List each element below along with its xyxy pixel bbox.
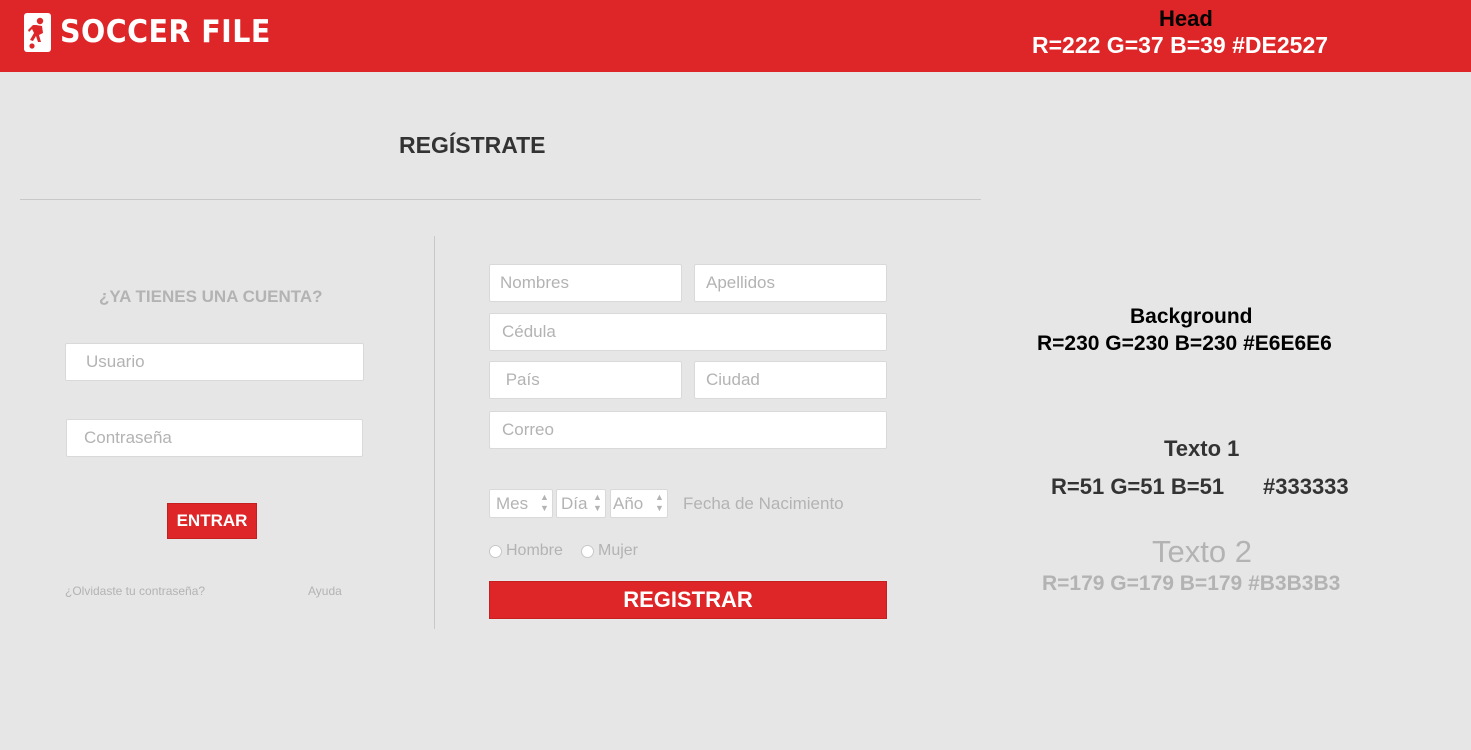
username-input[interactable]	[65, 343, 364, 381]
page-title: REGÍSTRATE	[399, 132, 546, 158]
background-spec-values: R=230 G=230 B=230 #E6E6E6	[1037, 332, 1332, 355]
register-button[interactable]: REGISTRAR	[489, 581, 887, 619]
male-label: Hombre	[506, 542, 563, 559]
spinner-arrows-icon[interactable]: ▲ ▼	[655, 492, 664, 514]
spinner-arrows-icon[interactable]: ▲ ▼	[593, 492, 602, 514]
header-bar: SOCCER FILE Head R=222 G=37 B=39 #DE2527	[0, 0, 1471, 72]
text2-spec-title: Texto 2	[1152, 534, 1252, 569]
radio-male[interactable]	[489, 544, 502, 558]
year-stepper[interactable]: Año ▲ ▼	[610, 489, 668, 518]
enter-button[interactable]: ENTRAR	[167, 503, 257, 539]
text1-spec-rgb: R=51 G=51 B=51	[1051, 474, 1225, 499]
text1-spec-title: Texto 1	[1164, 436, 1240, 461]
city-input[interactable]	[694, 361, 887, 399]
forgot-password-link[interactable]: ¿Olvidaste tu contraseña?	[65, 584, 205, 598]
help-link[interactable]: Ayuda	[308, 584, 342, 598]
birth-date-label: Fecha de Nacimiento	[683, 494, 844, 513]
country-input[interactable]	[489, 361, 682, 399]
email-input[interactable]	[489, 411, 887, 449]
logo-text: SOCCER FILE	[60, 14, 271, 50]
month-stepper[interactable]: Mes ▲ ▼	[489, 489, 553, 518]
text1-spec-hex: #333333	[1263, 474, 1349, 499]
month-value: Mes	[496, 494, 529, 513]
logo[interactable]: SOCCER FILE	[24, 13, 289, 52]
text2-spec-values: R=179 G=179 B=179 #B3B3B3	[1042, 572, 1341, 595]
head-spec-title: Head	[1159, 6, 1213, 31]
day-value: Día	[561, 494, 588, 513]
login-title: ¿YA TIENES UNA CUENTA?	[99, 287, 323, 306]
gender-female-option[interactable]: Mujer	[581, 542, 638, 560]
soccer-player-icon	[24, 13, 51, 52]
head-spec-values: R=222 G=37 B=39 #DE2527	[1032, 32, 1329, 58]
column-divider	[434, 236, 435, 629]
gender-male-option[interactable]: Hombre	[489, 542, 563, 560]
first-name-input[interactable]	[489, 264, 682, 302]
id-number-input[interactable]	[489, 313, 887, 351]
last-name-input[interactable]	[694, 264, 887, 302]
day-stepper[interactable]: Día ▲ ▼	[556, 489, 606, 518]
background-spec-title: Background	[1130, 305, 1253, 328]
spinner-arrows-icon[interactable]: ▲ ▼	[540, 492, 549, 514]
radio-female[interactable]	[581, 544, 594, 558]
password-input[interactable]	[66, 419, 363, 457]
female-label: Mujer	[598, 542, 639, 559]
year-value: Año	[613, 494, 644, 513]
title-divider	[20, 199, 981, 200]
